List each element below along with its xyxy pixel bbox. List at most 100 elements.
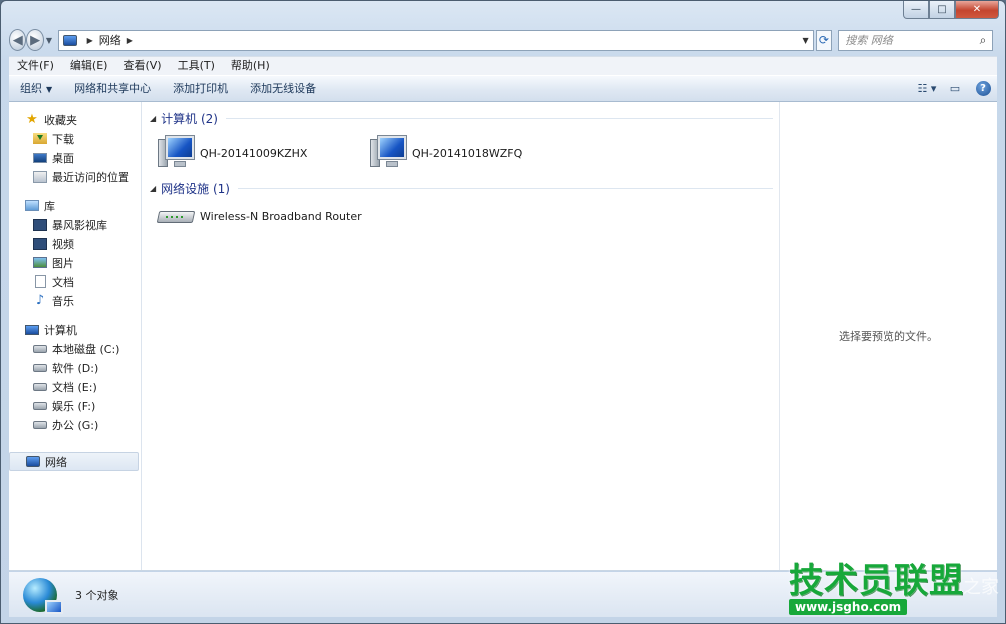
- help-button[interactable]: ?: [969, 78, 997, 100]
- breadcrumb-network[interactable]: 网络: [99, 32, 121, 48]
- organize-button[interactable]: 组织 ▼: [9, 76, 63, 102]
- nav-label: 最近访问的位置: [52, 170, 129, 184]
- system-drive-icon: [33, 344, 47, 353]
- close-button[interactable]: ✕: [955, 1, 999, 19]
- network-icon: [26, 456, 40, 467]
- collapse-triangle-icon[interactable]: ◢: [150, 114, 156, 123]
- nav-downloads[interactable]: 下载: [9, 129, 141, 148]
- chevron-right-icon[interactable]: ▶: [87, 36, 93, 45]
- download-folder-icon: [33, 133, 47, 144]
- music-note-icon: ♪: [35, 293, 45, 308]
- nav-label: 软件 (D:): [52, 361, 99, 375]
- refresh-icon: ⟳: [818, 33, 829, 47]
- menu-edit[interactable]: 编辑(E): [62, 57, 116, 75]
- nav-drive-f[interactable]: 娱乐 (F:): [9, 396, 141, 415]
- address-row: ◀ ▶ ▼ ▶ 网络 ▶ ▼ ⟳ 搜索 网络 ⌕: [9, 28, 993, 52]
- nav-drive-d[interactable]: 软件 (D:): [9, 358, 141, 377]
- arrow-left-icon: ◀: [12, 32, 23, 48]
- menu-tools[interactable]: 工具(T): [170, 57, 223, 75]
- nav-favorites[interactable]: ★ 收藏夹: [9, 110, 141, 129]
- network-sharing-center-button[interactable]: 网络和共享中心: [63, 76, 162, 101]
- divider: [225, 117, 773, 119]
- address-bar[interactable]: ▶ 网络 ▶ ▼: [57, 29, 814, 51]
- menu-bar: 文件(F) 编辑(E) 查看(V) 工具(T) 帮助(H): [9, 56, 997, 75]
- nav-baofeng-library[interactable]: 暴风影视库: [9, 215, 141, 234]
- refresh-button[interactable]: ⟳: [815, 29, 833, 51]
- search-placeholder: 搜索 网络: [845, 34, 893, 47]
- hard-drive-icon: [33, 382, 47, 391]
- nav-drive-e[interactable]: 文档 (E:): [9, 377, 141, 396]
- network-devices-tiles: Wireless-N Broadband Router: [150, 198, 779, 234]
- view-options-icon: ☷ ▾: [917, 82, 937, 95]
- computer-icon: [368, 135, 408, 171]
- computers-tiles: QH-20141009KZHX QH-20141018WZFQ: [150, 128, 779, 178]
- search-input[interactable]: 搜索 网络 ⌕: [838, 29, 993, 51]
- library-icon: [25, 200, 39, 211]
- hard-drive-icon: [33, 401, 47, 410]
- nav-pictures[interactable]: 图片: [9, 253, 141, 272]
- network-icon: [62, 34, 77, 46]
- navigation-pane[interactable]: ★ 收藏夹 下载 桌面 最近访问的位置 库 暴风影视库 视频 图片 文档 ♪ 音乐 …: [9, 102, 142, 570]
- desktop-icon: [33, 152, 47, 163]
- item-label: Wireless-N Broadband Router: [200, 209, 362, 223]
- nav-label: 暴风影视库: [52, 218, 107, 232]
- preview-pane-button[interactable]: ▭: [941, 78, 969, 100]
- file-list[interactable]: ◢ 计算机 (2) QH-20141009KZHX QH-20141018WZF…: [142, 102, 779, 570]
- nav-label: 收藏夹: [44, 113, 77, 127]
- favorites-group: ★ 收藏夹 下载 桌面 最近访问的位置: [9, 110, 141, 186]
- back-button[interactable]: ◀: [9, 29, 27, 51]
- list-item[interactable]: Wireless-N Broadband Router: [150, 205, 410, 227]
- change-view-button[interactable]: ☷ ▾: [913, 78, 941, 100]
- nav-network[interactable]: 网络: [9, 452, 139, 471]
- content-panes: ★ 收藏夹 下载 桌面 最近访问的位置 库 暴风影视库 视频 图片 文档 ♪ 音乐 …: [9, 102, 997, 571]
- collapse-triangle-icon[interactable]: ◢: [150, 184, 156, 193]
- recent-places-icon: [33, 170, 47, 183]
- nav-computer[interactable]: 计算机: [9, 320, 141, 339]
- document-icon: [35, 275, 46, 288]
- nav-libraries[interactable]: 库: [9, 196, 141, 215]
- computer-group: 计算机 本地磁盘 (C:) 软件 (D:) 文档 (E:) 娱乐 (F:) 办公…: [9, 320, 141, 434]
- libraries-group: 库 暴风影视库 视频 图片 文档 ♪ 音乐: [9, 196, 141, 310]
- video-icon: [33, 237, 47, 250]
- item-label: QH-20141009KZHX: [200, 146, 308, 160]
- chevron-right-icon[interactable]: ▶: [127, 36, 133, 45]
- group-header-network-infrastructure[interactable]: ◢ 网络设施 (1): [150, 178, 773, 198]
- menu-view[interactable]: 查看(V): [115, 57, 169, 75]
- help-icon: ?: [975, 81, 991, 96]
- explorer-window: — □ ✕ ◀ ▶ ▼ ▶ 网络 ▶ ▼ ⟳ 搜索 网络 ⌕ 文件(F) 编辑(…: [0, 0, 1006, 624]
- group-title: 网络设施 (1): [161, 181, 230, 196]
- add-printer-button[interactable]: 添加打印机: [162, 76, 239, 101]
- nav-music[interactable]: ♪ 音乐: [9, 291, 141, 310]
- nav-videos[interactable]: 视频: [9, 234, 141, 253]
- computer-icon: [25, 324, 39, 335]
- nav-label: 下载: [52, 132, 74, 146]
- preview-message: 选择要预览的文件。: [839, 330, 938, 343]
- network-group: 网络: [9, 452, 141, 471]
- nav-drive-g[interactable]: 办公 (G:): [9, 415, 141, 434]
- address-dropdown-icon[interactable]: ▼: [799, 36, 813, 45]
- menu-file[interactable]: 文件(F): [9, 57, 62, 75]
- list-item[interactable]: QH-20141009KZHX: [150, 135, 362, 171]
- nav-desktop[interactable]: 桌面: [9, 148, 141, 167]
- nav-recent-places[interactable]: 最近访问的位置: [9, 167, 141, 186]
- nav-label: 音乐: [52, 294, 74, 308]
- forward-button[interactable]: ▶: [26, 29, 44, 51]
- router-icon: [156, 205, 196, 227]
- nav-label: 桌面: [52, 151, 74, 165]
- search-icon[interactable]: ⌕: [974, 33, 992, 48]
- nav-documents[interactable]: 文档: [9, 272, 141, 291]
- maximize-button[interactable]: □: [929, 1, 955, 19]
- item-label: QH-20141018WZFQ: [412, 146, 523, 160]
- recent-pages-dropdown[interactable]: ▼: [46, 36, 54, 45]
- film-icon: [33, 218, 47, 231]
- hard-drive-icon: [33, 420, 47, 429]
- group-header-computers[interactable]: ◢ 计算机 (2): [150, 108, 773, 128]
- watermark-side-text: 之家: [963, 577, 999, 598]
- nav-label: 本地磁盘 (C:): [52, 342, 120, 356]
- minimize-button[interactable]: —: [903, 1, 929, 19]
- add-wireless-device-button[interactable]: 添加无线设备: [239, 76, 327, 101]
- list-item[interactable]: QH-20141018WZFQ: [362, 135, 574, 171]
- menu-help[interactable]: 帮助(H): [223, 57, 278, 75]
- nav-label: 视频: [52, 237, 74, 251]
- nav-drive-c[interactable]: 本地磁盘 (C:): [9, 339, 141, 358]
